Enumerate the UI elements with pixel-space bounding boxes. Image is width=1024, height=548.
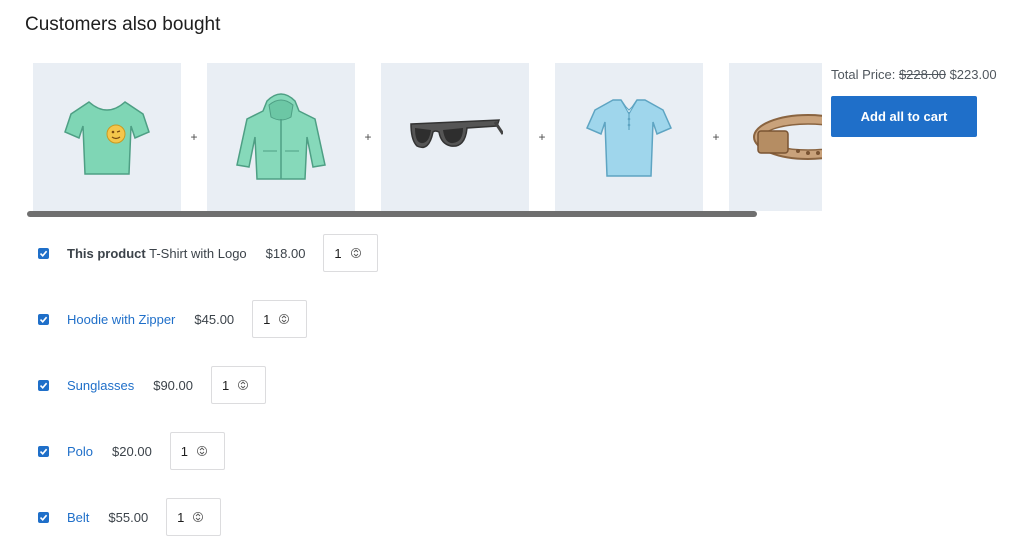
tshirt-with-logo-image[interactable]	[33, 63, 181, 211]
total-old-price: $228.00	[898, 67, 946, 82]
spinner-arrows-icon[interactable]	[197, 445, 208, 457]
product-checkbox[interactable]	[38, 247, 49, 259]
total-price-label: Total Price:	[831, 67, 896, 82]
this-product-label: This product	[67, 245, 146, 261]
plus-separator: +	[712, 130, 720, 144]
product-link[interactable]: Belt	[67, 510, 89, 525]
list-item: Polo $20.00 1	[38, 432, 225, 470]
list-item: This product T-Shirt with Logo $18.00 1	[38, 234, 379, 272]
carousel-scrollbar[interactable]	[27, 211, 757, 217]
product-checkbox[interactable]	[38, 511, 49, 523]
plus-separator: +	[190, 130, 198, 144]
polo-image[interactable]	[555, 63, 703, 211]
quantity-stepper[interactable]: 1	[166, 498, 222, 536]
spinner-arrows-icon[interactable]	[279, 313, 290, 325]
product-checkbox[interactable]	[38, 379, 49, 391]
product-price: $90.00	[153, 377, 193, 393]
product-checkbox[interactable]	[38, 445, 49, 457]
product-name: T-Shirt with Logo	[149, 245, 247, 261]
spinner-arrows-icon[interactable]	[193, 511, 204, 523]
spinner-arrows-icon[interactable]	[238, 379, 249, 391]
product-price: $45.00	[194, 311, 235, 327]
product-price: $55.00	[108, 509, 149, 525]
quantity-value: 1	[334, 245, 342, 261]
belt-image[interactable]	[729, 63, 822, 211]
quantity-value: 1	[180, 443, 189, 459]
sunglasses-image[interactable]	[381, 63, 529, 211]
list-item: Sunglasses $90.00 1	[38, 366, 266, 404]
quantity-stepper[interactable]: 1	[210, 366, 266, 404]
product-price: $20.00	[112, 443, 152, 459]
hoodie-with-zipper-image[interactable]	[207, 63, 355, 211]
add-all-to-cart-button[interactable]: Add all to cart	[831, 96, 977, 137]
product-carousel[interactable]: + + + +	[33, 63, 822, 211]
quantity-value: 1	[263, 311, 271, 327]
product-checkbox[interactable]	[38, 313, 49, 325]
product-price: $18.00	[265, 245, 306, 261]
quantity-value: 1	[221, 377, 230, 393]
product-label: This product T-Shirt with Logo	[67, 246, 247, 261]
product-link[interactable]: Polo	[67, 444, 93, 459]
quantity-stepper[interactable]: 1	[169, 432, 225, 470]
plus-separator: +	[538, 130, 546, 144]
product-link[interactable]: Sunglasses	[67, 378, 134, 393]
spinner-arrows-icon[interactable]	[350, 247, 361, 259]
quantity-value: 1	[177, 509, 185, 525]
total-new-price: $223.00	[949, 67, 997, 82]
list-item: Hoodie with Zipper $45.00 1	[38, 300, 308, 338]
product-link[interactable]: Hoodie with Zipper	[67, 312, 175, 327]
plus-separator: +	[364, 130, 372, 144]
section-title: Customers also bought	[25, 14, 221, 35]
quantity-stepper[interactable]: 1	[252, 300, 308, 338]
total-price: Total Price: $228.00 $223.00	[831, 67, 997, 82]
list-item: Belt $55.00 1	[38, 498, 222, 536]
quantity-stepper[interactable]: 1	[323, 234, 379, 272]
